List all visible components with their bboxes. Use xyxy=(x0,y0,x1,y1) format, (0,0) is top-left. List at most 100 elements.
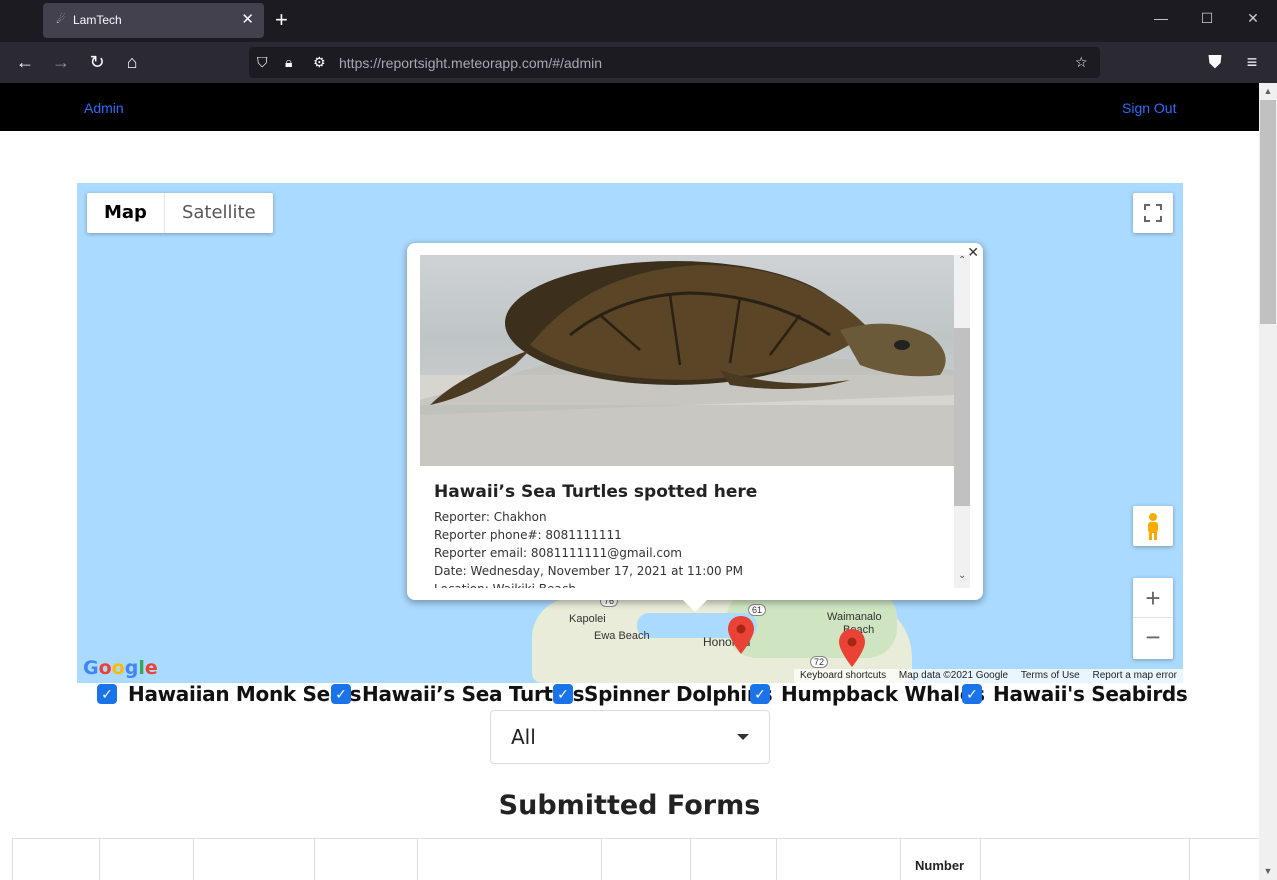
url-host: https://reportsight.meteorapp.com xyxy=(339,55,549,71)
browser-nav-bar: ← → ↻ ⌂ ⛉ 🔒︎ ⚙ https://reportsight.meteo… xyxy=(0,42,1277,83)
filter-sea-turtles[interactable]: ✓ Hawaii’s Sea Turtles xyxy=(331,682,585,706)
home-icon[interactable]: ⌂ xyxy=(120,50,144,74)
info-reporter-email: Reporter email: 8081111111@gmail.com xyxy=(434,546,682,560)
map-data-text: Map data ©2021 Google xyxy=(898,670,1009,681)
map-label-kapolei: Kapolei xyxy=(569,613,606,625)
browser-tab[interactable]: ☄ LamTech ✕ xyxy=(43,3,264,38)
table-header-cell[interactable] xyxy=(691,839,777,880)
map-attribution: Keyboard shortcuts Map data ©2021 Google… xyxy=(793,669,1183,683)
section-title: Submitted Forms xyxy=(498,790,761,821)
fullscreen-button[interactable] xyxy=(1133,193,1173,233)
close-window-icon[interactable]: ✕ xyxy=(1243,10,1263,27)
new-tab-icon[interactable]: + xyxy=(275,9,288,31)
minimize-icon[interactable]: — xyxy=(1151,10,1171,26)
back-icon[interactable]: ← xyxy=(13,50,37,74)
info-window-title: Hawaii’s Sea Turtles spotted here xyxy=(434,482,758,502)
menu-icon[interactable]: ≡ xyxy=(1240,50,1264,74)
info-reporter-phone: Reporter phone#: 8081111111 xyxy=(434,528,622,542)
info-window-scroll-thumb[interactable] xyxy=(954,328,970,506)
table-header-cell[interactable] xyxy=(100,839,194,880)
pocket-icon[interactable]: ⛊ xyxy=(1203,50,1227,74)
url-bar[interactable]: ⛉ 🔒︎ ⚙ https://reportsight.meteorapp.com… xyxy=(249,47,1100,78)
filter-label: Hawaii’s Sea Turtles xyxy=(362,682,585,706)
filter-label: Spinner Dolphins xyxy=(584,682,773,706)
google-logo[interactable]: Google xyxy=(83,657,158,679)
table-header-number[interactable]: Number xyxy=(901,839,981,880)
top-navigation: Admin Sign Out xyxy=(0,83,1259,131)
zoom-out-button[interactable]: − xyxy=(1133,618,1173,658)
keyboard-shortcuts-link[interactable]: Keyboard shortcuts xyxy=(800,670,886,681)
table-header-cell[interactable] xyxy=(1190,839,1259,880)
map-label-waimanalo: Waimanalo xyxy=(827,611,882,623)
filter-label: Humpback Whales xyxy=(781,682,985,706)
url-text[interactable]: https://reportsight.meteorapp.com/#/admi… xyxy=(339,55,602,71)
scroll-down-arrow-icon[interactable]: ▼ xyxy=(1259,863,1277,880)
meteor-favicon-icon: ☄ xyxy=(56,14,66,26)
table-header-cell[interactable] xyxy=(13,839,100,880)
filter-humpback-whales[interactable]: ✓ Humpback Whales xyxy=(750,682,985,706)
report-map-error-link[interactable]: Report a map error xyxy=(1093,670,1177,681)
map-type-control: Map Satellite xyxy=(87,193,273,233)
zoom-control: + − xyxy=(1133,578,1173,659)
scroll-up-icon[interactable]: ⌃ xyxy=(958,255,966,266)
checkbox-checked-icon[interactable]: ✓ xyxy=(750,684,770,704)
filter-seabirds[interactable]: ✓ Hawaii's Seabirds xyxy=(962,682,1188,706)
table-header-cell[interactable] xyxy=(194,839,315,880)
scroll-down-icon[interactable]: ⌄ xyxy=(958,570,966,581)
table-header-cell[interactable] xyxy=(418,839,602,880)
filter-monk-seals[interactable]: ✓ Hawaiian Monk Seals xyxy=(97,682,362,706)
species-filters: ✓ Hawaiian Monk Seals ✓ Hawaii’s Sea Tur… xyxy=(0,682,1259,712)
lock-icon[interactable]: 🔒︎ xyxy=(285,53,292,71)
submitted-forms-table: Number xyxy=(12,838,1259,880)
browser-tab-bar: ☄ LamTech ✕ + — ☐ ✕ xyxy=(0,0,1277,42)
page-scroll-thumb[interactable] xyxy=(1260,100,1276,324)
fullscreen-icon xyxy=(1144,204,1162,222)
info-date: Date: Wednesday, November 17, 2021 at 11… xyxy=(434,564,743,578)
table-header-cell[interactable] xyxy=(981,839,1190,880)
map-label-ewa-beach: Ewa Beach xyxy=(594,630,650,642)
url-path: /#/admin xyxy=(548,55,603,71)
reload-icon[interactable]: ↻ xyxy=(85,50,109,74)
map-type-satellite-button[interactable]: Satellite xyxy=(163,193,273,233)
sign-out-link[interactable]: Sign Out xyxy=(1122,100,1176,116)
map-info-window: ✕ ⌃ ⌄ Hawaii’s Sea Turtles spotted here … xyxy=(407,243,983,612)
close-tab-icon[interactable]: ✕ xyxy=(241,11,254,29)
species-select[interactable]: All xyxy=(490,710,770,764)
map-type-map-button[interactable]: Map xyxy=(87,193,164,233)
checkbox-checked-icon[interactable]: ✓ xyxy=(962,684,982,704)
table-header-cell[interactable] xyxy=(602,839,691,880)
sea-turtle-photo xyxy=(420,255,954,466)
filter-label: Hawaiian Monk Seals xyxy=(128,682,362,706)
info-location: Location: Waikiki Beach xyxy=(434,582,576,588)
select-value: All xyxy=(511,725,536,749)
pegman-icon xyxy=(1148,513,1158,540)
street-view-pegman-button[interactable] xyxy=(1133,506,1173,546)
scroll-up-arrow-icon[interactable]: ▲ xyxy=(1259,83,1277,100)
maximize-icon[interactable]: ☐ xyxy=(1197,10,1217,27)
route-61-shield: 61 xyxy=(748,604,767,616)
checkbox-checked-icon[interactable]: ✓ xyxy=(331,684,351,704)
table-header-cell[interactable] xyxy=(777,839,901,880)
page-content: Admin Sign Out Kapolei Ewa Beach Honolul… xyxy=(0,83,1259,880)
info-reporter: Reporter: Chakhon xyxy=(434,510,547,524)
route-72-shield: 72 xyxy=(810,656,829,668)
checkbox-checked-icon[interactable]: ✓ xyxy=(97,684,117,704)
google-map[interactable]: Kapolei Ewa Beach Honolulu Waimanalo Bea… xyxy=(77,183,1183,683)
filter-spinner-dolphins[interactable]: ✓ Spinner Dolphins xyxy=(553,682,773,706)
permissions-icon[interactable]: ⚙ xyxy=(313,53,326,71)
table-header-number-label: Number xyxy=(915,858,965,873)
admin-link[interactable]: Admin xyxy=(84,100,124,116)
chevron-down-icon xyxy=(737,734,749,740)
forward-icon[interactable]: → xyxy=(49,50,73,74)
bookmark-star-icon[interactable]: ☆ xyxy=(1075,53,1088,71)
info-window-tail xyxy=(683,600,707,612)
filter-label: Hawaii's Seabirds xyxy=(993,682,1188,706)
terms-of-use-link[interactable]: Terms of Use xyxy=(1021,670,1080,681)
map-marker-pin[interactable] xyxy=(728,616,754,654)
zoom-in-button[interactable]: + xyxy=(1133,578,1173,618)
map-marker-pin[interactable] xyxy=(839,629,865,667)
table-header-cell[interactable] xyxy=(315,839,418,880)
shield-icon[interactable]: ⛉ xyxy=(257,53,268,71)
checkbox-checked-icon[interactable]: ✓ xyxy=(553,684,573,704)
tab-title: LamTech xyxy=(73,13,122,27)
